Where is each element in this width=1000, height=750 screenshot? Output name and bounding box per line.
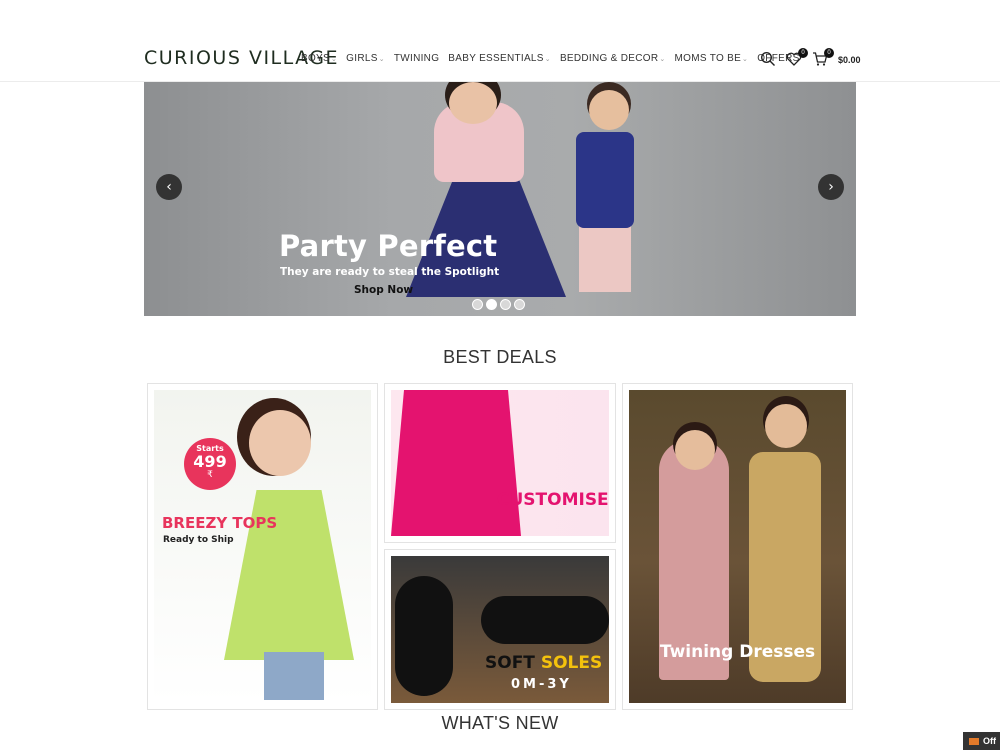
chevron-down-icon: ⌄	[659, 56, 666, 63]
girl-head-shape	[249, 410, 311, 476]
best-deals-heading: BEST DEALS	[443, 347, 557, 367]
slider-next-button[interactable]: ›	[818, 174, 844, 200]
hero-title: Party Perfect	[279, 229, 498, 263]
wishlist-count-badge: 0	[798, 48, 808, 58]
deal-headline: Twining Dresses	[659, 642, 816, 662]
hero-image-girl-head	[449, 82, 497, 124]
deal-card-customise[interactable]: CUSTOMISE	[384, 383, 616, 543]
hero-image-boy-head	[589, 90, 629, 130]
header-actions: 0 0 $0.00	[760, 48, 861, 69]
deal-image-soft-soles: SOFT SOLES 0M-3Y	[391, 556, 609, 703]
nav-item-boys[interactable]: BOYS⌄	[301, 53, 337, 64]
deal-headline: BREEZY TOPS	[162, 514, 278, 532]
search-icon	[760, 51, 775, 66]
chevron-down-icon: ⌄	[378, 56, 385, 63]
whats-new-heading: WHAT'S NEW	[441, 713, 559, 733]
wishlist-button[interactable]: 0	[786, 48, 808, 69]
deal-card-breezy-tops[interactable]: Starts 499 ₹ BREEZY TOPS Ready to Ship	[147, 383, 378, 710]
cart-total[interactable]: $0.00	[838, 55, 861, 65]
cart-button[interactable]: 0	[812, 48, 834, 69]
deal-card-soft-soles[interactable]: SOFT SOLES 0M-3Y	[384, 549, 616, 710]
nav-item-girls[interactable]: GIRLS⌄	[346, 53, 385, 64]
hero-subtitle: They are ready to steal the Spotlight	[280, 266, 500, 278]
deal-image-customise: CUSTOMISE	[391, 390, 609, 536]
hero-shop-now-link[interactable]: Shop Now	[354, 284, 413, 296]
shoe-shape	[395, 576, 453, 696]
chevron-down-icon: ⌄	[331, 56, 338, 63]
deal-headline: CUSTOMISE	[497, 490, 609, 510]
nav-item-twining[interactable]: TWINING	[394, 53, 439, 64]
slider-dot-2[interactable]	[486, 299, 497, 310]
hero-image-boy-vest	[576, 132, 634, 228]
boy-head-shape	[765, 404, 807, 448]
shoe-shape	[481, 596, 609, 644]
offers-tab[interactable]: Off	[963, 732, 1000, 750]
slider-dot-3[interactable]	[500, 299, 511, 310]
slider-prev-button[interactable]: ‹	[156, 174, 182, 200]
nav-item-baby-essentials[interactable]: BABY ESSENTIALS⌄	[448, 53, 551, 64]
nav-item-moms-to-be[interactable]: MOMS TO BE⌄	[675, 53, 749, 64]
chevron-right-icon: ›	[828, 179, 834, 195]
search-button[interactable]	[760, 51, 780, 69]
girl-head-shape	[675, 430, 715, 470]
chevron-left-icon: ‹	[166, 179, 172, 195]
deal-card-twining-dresses[interactable]: Twining Dresses	[622, 383, 853, 710]
chevron-down-icon: ⌄	[544, 56, 551, 63]
girl-legs-shape	[264, 652, 324, 700]
deal-image-breezy-tops: Starts 499 ₹ BREEZY TOPS Ready to Ship	[154, 390, 371, 703]
envelope-icon	[969, 737, 979, 745]
slider-dot-4[interactable]	[514, 299, 525, 310]
slider-pagination	[472, 299, 525, 310]
polo-shirt-shape	[391, 390, 521, 536]
slider-dot-1[interactable]	[472, 299, 483, 310]
deal-subline: Ready to Ship	[163, 535, 234, 545]
cart-count-badge: 0	[824, 48, 834, 58]
nav-item-bedding-decor[interactable]: BEDDING & DECOR⌄	[560, 53, 666, 64]
main-nav: BOYS⌄ GIRLS⌄ TWINING BABY ESSENTIALS⌄ BE…	[301, 53, 809, 64]
hero-slider: Party Perfect They are ready to steal th…	[144, 82, 856, 316]
hero-image-boy-pants	[579, 222, 631, 292]
deal-image-twining-dresses: Twining Dresses	[629, 390, 846, 703]
chevron-down-icon: ⌄	[742, 56, 749, 63]
deal-headline: SOFT SOLES	[485, 653, 603, 673]
price-burst-badge: Starts 499 ₹	[184, 438, 236, 490]
site-header: CURIOUS VILLAGE BOYS⌄ GIRLS⌄ TWINING BAB…	[0, 0, 1000, 82]
deal-subline: 0M-3Y	[511, 677, 572, 692]
